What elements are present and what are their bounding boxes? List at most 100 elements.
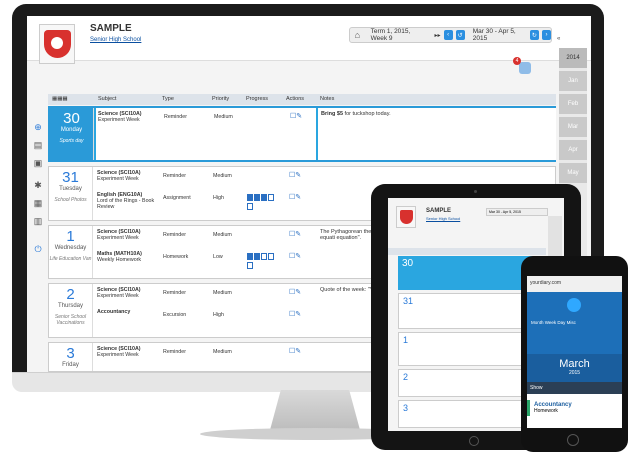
day-box[interactable]: 31 Tuesday School Photos	[49, 167, 93, 220]
sport-icon[interactable]: ✱	[32, 179, 44, 191]
refresh-button[interactable]: ↻	[529, 30, 539, 40]
notification-count: 4	[513, 57, 521, 65]
diary-entry[interactable]: Science (SCI10A) Experiment Week Reminder M…	[95, 343, 315, 365]
diary-entry[interactable]: Science (SCI10A) Experiment Week Reminder M…	[96, 108, 316, 130]
tablet-table-header	[388, 248, 546, 255]
progress-segment[interactable]	[247, 194, 253, 201]
notifications-button[interactable]: 4	[513, 57, 533, 78]
school-subtitle-link[interactable]: Senior High School	[90, 37, 141, 43]
entry-list: Science (SCI10A) Experiment Week Reminder M…	[95, 343, 315, 371]
edit-icon[interactable]: ✎	[295, 289, 301, 296]
day-name: Thursday	[57, 303, 83, 309]
edit-icon[interactable]: ✎	[295, 231, 301, 238]
day-box[interactable]: 1 Wednesday Life Education Van	[49, 226, 93, 278]
column-header: Type	[162, 96, 174, 102]
progress-segment[interactable]	[268, 194, 274, 201]
month-tab[interactable]: May	[559, 163, 587, 183]
diary-entry[interactable]: English (ENG10A) Lord of the Rings - Book…	[95, 189, 315, 211]
phone-list-item[interactable]: Accountancy Homework	[527, 400, 622, 416]
progress-segment[interactable]	[254, 253, 260, 260]
diary-entry[interactable]: Science (SCI10A) Experiment Week Reminder M…	[95, 284, 315, 306]
edit-icon[interactable]: ✎	[295, 348, 301, 355]
entry-type: Reminder	[163, 173, 186, 179]
day-box[interactable]: 30 Monday Sports day	[50, 108, 94, 160]
month-tab[interactable]: Jan	[559, 71, 587, 91]
edit-icon[interactable]: ✎	[295, 311, 301, 318]
entry-priority: Low	[213, 254, 223, 260]
entry-actions[interactable]: ☐✎	[289, 171, 301, 179]
entry-actions[interactable]: ☐✎	[289, 252, 301, 260]
edit-icon[interactable]: ✎	[296, 113, 302, 120]
calendar-icon[interactable]: ▦	[32, 197, 44, 209]
collapse-icon[interactable]: «	[557, 36, 567, 46]
progress-segment[interactable]	[254, 194, 260, 201]
year-tab[interactable]: 2014	[559, 48, 587, 68]
sidebar: ⊕ ▤ ▣ ✱ ▦ ▥ ⏻	[27, 121, 48, 271]
entry-detail: Experiment Week	[97, 352, 139, 358]
month-tab[interactable]: Mar	[559, 117, 587, 137]
progress-segment[interactable]	[247, 203, 253, 210]
diary-entry[interactable]: Maths (MATH10A) Weekly Homework Homework Lo…	[95, 248, 315, 270]
edit-icon[interactable]: ✎	[295, 194, 301, 201]
day-name: Wednesday	[54, 245, 87, 251]
diary-entry[interactable]: Science (SCI10A) Experiment Week Reminder M…	[95, 167, 315, 189]
column-header: Progress	[246, 96, 269, 102]
entry-actions[interactable]: ☐✎	[289, 193, 301, 201]
fast-forward-icon[interactable]: ▸▸	[434, 32, 440, 39]
power-icon[interactable]: ⏻	[32, 243, 44, 255]
diary-entry[interactable]: Accountancy Excursion High ☐✎	[95, 306, 315, 328]
phone-url-bar[interactable]: yourdiary.com	[527, 276, 622, 292]
phone-show-bar[interactable]: Show	[527, 382, 622, 394]
home-icon[interactable]: ⌂	[350, 28, 365, 42]
phone-view-tabs[interactable]: Month Week Day Misc	[531, 320, 576, 325]
entry-subject: Accountancy	[97, 309, 131, 315]
progress-segment[interactable]	[268, 253, 274, 260]
progress-segment[interactable]	[261, 194, 267, 201]
entry-actions[interactable]: ☐✎	[289, 310, 301, 318]
entry-actions[interactable]: ☐✎	[289, 288, 301, 296]
entry-actions[interactable]: ☐✎	[289, 347, 301, 355]
entry-type: Reminder	[163, 290, 186, 296]
day-name: Friday	[62, 362, 79, 368]
tablet-week-range: Mar 30 - Apr 5, 2015	[486, 208, 548, 216]
classroom-icon[interactable]: ▤	[32, 139, 44, 151]
entry-priority: High	[213, 312, 224, 318]
month-tab[interactable]: Feb	[559, 94, 587, 114]
entry-actions[interactable]: ☐✎	[289, 230, 301, 238]
progress-segment[interactable]	[247, 262, 253, 269]
entry-detail: Experiment Week	[97, 293, 139, 299]
month-tab[interactable]: Apr	[559, 140, 587, 160]
day-notes[interactable]: Bring $5 for tuckshop today.	[318, 108, 556, 160]
shield-icon	[400, 210, 413, 224]
add-icon[interactable]: ⊕	[32, 121, 44, 133]
day-box[interactable]: 3 Friday	[49, 343, 93, 371]
edit-icon[interactable]: ✎	[295, 172, 301, 179]
certificate-icon[interactable]: ▣	[32, 157, 44, 169]
entry-priority: Medium	[213, 290, 232, 296]
phone-item-sub: Homework	[534, 408, 558, 414]
phone-screen: yourdiary.com Month Week Day Misc March …	[527, 276, 622, 428]
entry-detail: Experiment Week	[98, 117, 140, 123]
entry-type: Reminder	[163, 349, 186, 355]
column-header: Priority	[212, 96, 230, 102]
tablet-home-button[interactable]	[469, 436, 479, 446]
prev-week-button[interactable]: ‹	[443, 30, 453, 40]
term-navigator: ⌂ Term 1, 2015, Week 9 ▸▸ ‹ ↺ Mar 30 - A…	[349, 27, 552, 43]
tablet-logo	[396, 206, 416, 228]
tablet-school-name: SAMPLE	[426, 208, 452, 214]
progress-segment[interactable]	[247, 253, 253, 260]
reset-week-button[interactable]: ↺	[455, 30, 465, 40]
phone-home-button[interactable]	[567, 434, 579, 446]
day-row[interactable]: 30 Monday Sports day Science (SCI10A) Experi…	[48, 106, 556, 162]
entry-actions[interactable]: ☐✎	[290, 112, 302, 120]
next-week-button[interactable]: ›	[541, 30, 552, 40]
edit-icon[interactable]: ✎	[295, 253, 301, 260]
diary-entry[interactable]: Science (SCI10A) Experiment Week Reminder M…	[95, 226, 315, 248]
progress-segment[interactable]	[261, 253, 267, 260]
entry-type: Homework	[163, 254, 189, 260]
clipboard-icon[interactable]: ▥	[32, 215, 44, 227]
day-box[interactable]: 2 Thursday Senior School Vaccinations	[49, 284, 93, 337]
day-name: Monday	[60, 127, 83, 133]
entry-list: Science (SCI10A) Experiment Week Reminder M…	[96, 108, 316, 160]
note-text: for tuckshop today.	[343, 111, 391, 117]
